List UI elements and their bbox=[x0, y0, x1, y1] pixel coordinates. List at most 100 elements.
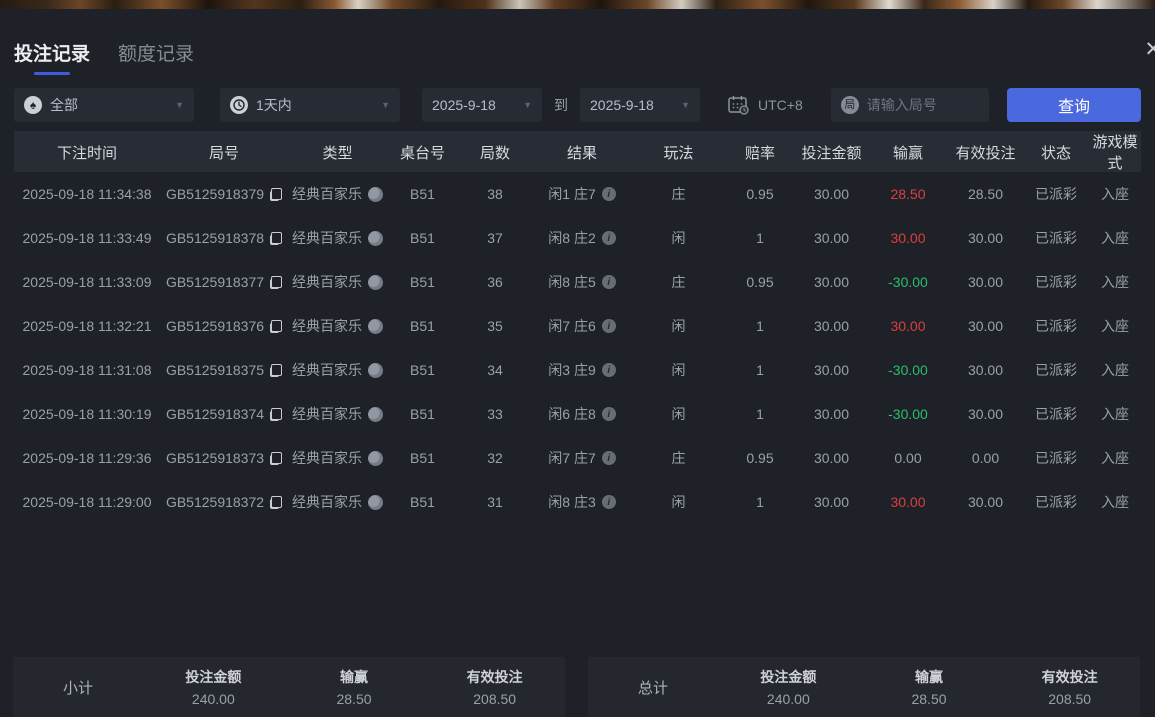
table-row: 2025-09-18 11:30:19 GB5125918374 经典百家乐 B… bbox=[14, 392, 1141, 436]
copy-icon[interactable] bbox=[270, 187, 283, 201]
cell-bet-time: 2025-09-18 11:33:49 bbox=[22, 230, 152, 246]
cell-round-no: 37 bbox=[487, 230, 503, 246]
cell-win-loss: 30.00 bbox=[890, 494, 926, 510]
date-from-value: 2025-9-18 bbox=[432, 97, 496, 113]
column-header: 投注金额 bbox=[801, 144, 862, 162]
cell-round-id: GB5125918379 bbox=[160, 186, 288, 202]
game-type-text: 经典百家乐 bbox=[292, 494, 362, 510]
game-logo-icon bbox=[368, 362, 383, 378]
info-icon[interactable]: i bbox=[601, 407, 616, 421]
cell-result: 闲6 庄8 i bbox=[532, 404, 632, 424]
cell-game-mode: 入座 bbox=[1101, 274, 1129, 290]
round-id-text: GB5125918379 bbox=[165, 186, 265, 202]
info-icon[interactable]: i bbox=[601, 275, 616, 289]
info-icon[interactable]: i bbox=[601, 231, 616, 245]
subtotal-win-loss: 输赢 28.50 bbox=[284, 667, 425, 707]
column-header: 局数 bbox=[479, 144, 510, 162]
cell-bet-amount: 30.00 bbox=[813, 450, 850, 466]
cell-valid-bet: 30.00 bbox=[967, 406, 1004, 422]
round-id-text: GB5125918374 bbox=[165, 406, 265, 422]
cell-status: 已派彩 bbox=[1035, 230, 1077, 246]
info-icon[interactable]: i bbox=[601, 187, 616, 201]
info-icon[interactable]: i bbox=[601, 495, 616, 509]
copy-icon[interactable] bbox=[270, 319, 283, 333]
cell-result: 闲7 庄7 i bbox=[532, 448, 632, 468]
round-number-input[interactable]: 局 请输入局号 bbox=[830, 88, 989, 122]
cell-bet-amount: 30.00 bbox=[813, 186, 850, 202]
table-header-row: 下注时间 局号 类型 桌台号 局数 结果 玩法 赔率 投注金额 输赢 有效投注 状态 游戏模式 bbox=[14, 131, 1141, 172]
cell-status: 已派彩 bbox=[1035, 274, 1077, 290]
cell-table-no: B51 bbox=[410, 186, 435, 202]
cell-status: 已派彩 bbox=[1035, 186, 1077, 202]
column-header: 局号 bbox=[208, 144, 239, 162]
game-logo-icon bbox=[368, 186, 383, 202]
cell-table-no: B51 bbox=[410, 494, 435, 510]
total-bet-amount: 投注金额 240.00 bbox=[718, 667, 859, 707]
game-type-text: 经典百家乐 bbox=[292, 274, 362, 290]
total-panel: 总计 投注金额 240.00 输赢 28.50 有效投注 208.50 bbox=[588, 657, 1140, 717]
copy-icon[interactable] bbox=[270, 495, 283, 509]
cell-game-mode: 入座 bbox=[1101, 186, 1129, 202]
subtotal-panel: 小计 投注金额 240.00 输赢 28.50 有效投注 208.50 bbox=[13, 657, 565, 717]
copy-icon[interactable] bbox=[270, 407, 283, 421]
cell-result: 闲8 庄2 i bbox=[532, 228, 632, 248]
cell-valid-bet: 30.00 bbox=[967, 274, 1004, 290]
subtotal-bet-amount: 投注金额 240.00 bbox=[143, 667, 284, 707]
cell-table-no: B51 bbox=[410, 406, 435, 422]
cell-play-type: 庄 bbox=[671, 450, 686, 466]
game-logo-icon bbox=[368, 406, 383, 422]
info-icon[interactable]: i bbox=[601, 451, 616, 465]
cell-bet-time: 2025-09-18 11:31:08 bbox=[22, 362, 152, 378]
cell-play-type: 闲 bbox=[671, 362, 686, 378]
copy-icon[interactable] bbox=[270, 275, 283, 289]
cell-play-type: 闲 bbox=[671, 318, 686, 334]
tab-betting-records[interactable]: 投注记录 bbox=[14, 39, 90, 78]
date-from-picker[interactable]: 2025-9-18 ▼ bbox=[422, 88, 542, 122]
cell-status: 已派彩 bbox=[1035, 450, 1077, 466]
cell-round-no: 33 bbox=[487, 406, 503, 422]
cell-result: 闲3 庄9 i bbox=[532, 360, 632, 380]
column-header: 类型 bbox=[322, 144, 353, 162]
timezone-label: UTC+8 bbox=[758, 97, 803, 113]
query-button[interactable]: 查询 bbox=[1007, 88, 1141, 122]
cell-status: 已派彩 bbox=[1035, 494, 1077, 510]
cell-round-id: GB5125918377 bbox=[160, 274, 288, 290]
clock-icon bbox=[230, 96, 248, 114]
round-id-text: GB5125918376 bbox=[165, 318, 265, 334]
cell-play-type: 闲 bbox=[671, 406, 686, 422]
cell-play-type: 闲 bbox=[671, 494, 686, 510]
cell-game-mode: 入座 bbox=[1101, 318, 1129, 334]
betting-records-dialog: ✕ 投注记录 额度记录 ♠ 全部 ▼ 1天内 ▼ 2025-9-18 ▼ 到 2… bbox=[0, 9, 1155, 717]
cell-win-loss: 30.00 bbox=[890, 318, 926, 334]
table-row: 2025-09-18 11:33:09 GB5125918377 经典百家乐 B… bbox=[14, 260, 1141, 304]
close-icon[interactable]: ✕ bbox=[1144, 39, 1155, 60]
tab-credit-records[interactable]: 额度记录 bbox=[118, 39, 194, 78]
round-number-icon: 局 bbox=[840, 96, 859, 114]
time-range-select[interactable]: 1天内 ▼ bbox=[220, 88, 400, 122]
round-id-text: GB5125918378 bbox=[165, 230, 265, 246]
cell-round-id: GB5125918378 bbox=[160, 230, 288, 246]
copy-icon[interactable] bbox=[270, 231, 283, 245]
game-type-select[interactable]: ♠ 全部 ▼ bbox=[14, 88, 194, 122]
subtotal-valid-bet-label: 有效投注 bbox=[466, 669, 523, 685]
cell-game-type: 经典百家乐 bbox=[288, 492, 387, 512]
cell-status: 已派彩 bbox=[1035, 362, 1077, 378]
date-to-picker[interactable]: 2025-9-18 ▼ bbox=[580, 88, 700, 122]
cell-win-loss: 30.00 bbox=[890, 230, 926, 246]
cell-round-no: 32 bbox=[487, 450, 503, 466]
copy-icon[interactable] bbox=[270, 451, 283, 465]
cell-odds: 1 bbox=[756, 318, 764, 334]
info-icon[interactable]: i bbox=[601, 363, 616, 377]
cell-odds: 0.95 bbox=[746, 450, 774, 466]
game-logo-icon bbox=[368, 450, 383, 466]
cell-table-no: B51 bbox=[410, 362, 435, 378]
column-header: 状态 bbox=[1040, 144, 1071, 162]
game-logo-icon bbox=[368, 274, 383, 290]
column-header: 游戏模式 bbox=[1092, 134, 1138, 172]
copy-icon[interactable] bbox=[270, 363, 283, 377]
info-icon[interactable]: i bbox=[601, 319, 616, 333]
cell-round-id: GB5125918376 bbox=[160, 318, 288, 334]
result-text: 闲7 庄6 bbox=[548, 318, 596, 334]
column-header: 输赢 bbox=[892, 144, 923, 162]
cell-round-id: GB5125918375 bbox=[160, 362, 288, 378]
